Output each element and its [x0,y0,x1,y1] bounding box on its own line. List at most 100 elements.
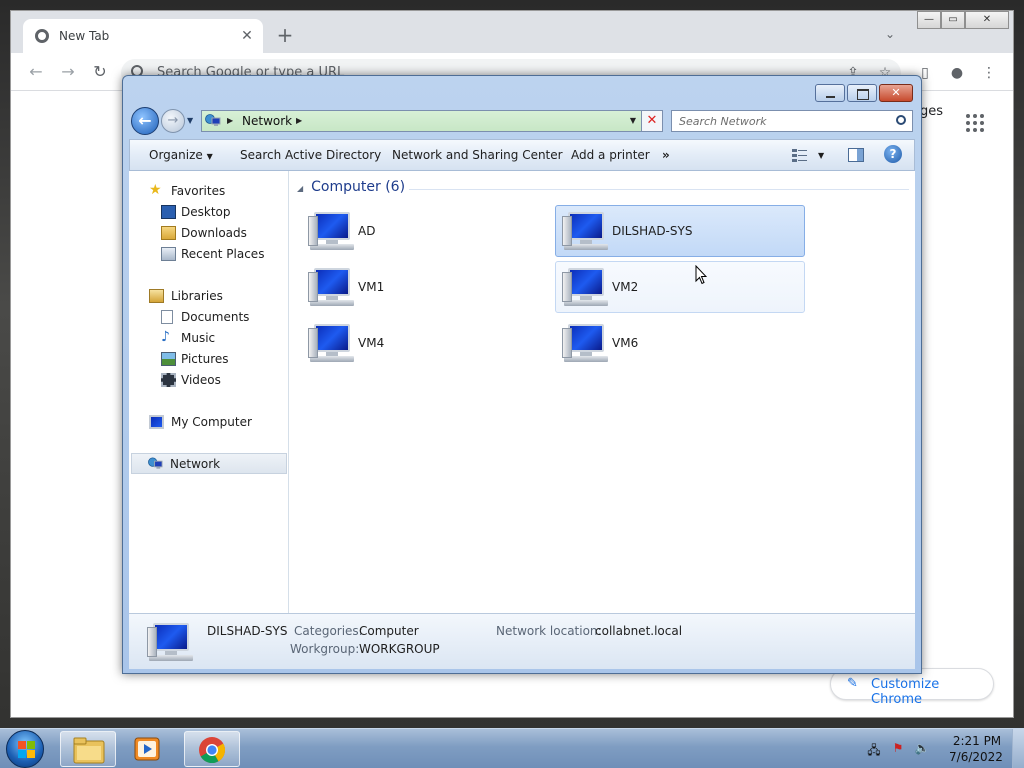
nav-libraries[interactable]: Libraries [129,286,289,307]
nav-music[interactable]: ♪ Music [129,328,289,349]
more-commands-button[interactable]: » [662,148,670,162]
computer-icon [149,415,164,429]
add-printer-button[interactable]: Add a printer [571,148,650,162]
address-bar[interactable]: ▶ Network ▶ ▼ [201,110,663,132]
stop-icon[interactable]: ✕ [641,110,663,132]
windows-logo-icon [18,741,26,749]
nav-label: Downloads [181,226,247,240]
network-icon [205,114,221,126]
folder-icon [73,737,105,764]
nav-label: Network [170,457,221,471]
help-icon[interactable]: ? [884,145,902,163]
breadcrumb-separator-icon[interactable]: ▶ [296,116,302,125]
nav-downloads[interactable]: Downloads [129,223,289,244]
explorer-window: ✕ ← → ▼ ▶ Network ▶ ▼ ✕ Search Network O… [122,75,922,674]
tab-close-icon[interactable]: ✕ [237,26,257,46]
chrome-back-icon[interactable]: ← [25,61,47,83]
recent-pages-dropdown-icon[interactable]: ▼ [187,116,193,125]
explorer-close-button[interactable]: ✕ [879,84,913,102]
nav-label: My Computer [171,415,252,429]
videos-icon [161,373,176,387]
chrome-images-link[interactable]: ges [920,104,943,119]
network-sharing-center-button[interactable]: Network and Sharing Center [392,148,563,162]
computer-name: AD [358,224,376,238]
apps-grid-icon[interactable] [966,114,984,132]
computer-icon [562,210,608,252]
chrome-menu-icon[interactable]: ⋮ [979,63,999,83]
nav-pictures[interactable]: Pictures [129,349,289,370]
nav-desktop[interactable]: Desktop [129,202,289,223]
nav-label: Pictures [181,352,229,366]
tab-new-tab[interactable]: New Tab ✕ [23,19,263,53]
details-categories-value: Computer [359,624,419,638]
nav-documents[interactable]: Documents [129,307,289,328]
search-input[interactable]: Search Network [671,110,913,132]
navigation-pane: ★ Favorites Desktop Downloads Recent Pla… [129,171,289,613]
chrome-forward-icon[interactable]: → [57,61,79,83]
clock-date[interactable]: 7/6/2022 [948,750,1004,764]
computer-icon [147,621,193,663]
network-icon [148,457,163,469]
search-icon[interactable] [896,115,906,125]
computer-icon [562,322,608,364]
forward-button[interactable]: → [161,109,185,133]
back-button[interactable]: ← [131,107,159,135]
network-tray-icon[interactable]: 🖧 [866,741,882,757]
taskbar-chrome[interactable] [184,731,240,767]
explorer-minimize-button[interactable] [815,84,845,102]
chrome-maximize-button[interactable]: ▭ [941,11,965,29]
computer-name: VM6 [612,336,639,350]
search-placeholder: Search Network [679,115,767,128]
taskbar-explorer[interactable] [60,731,116,767]
computer-tile-vm6[interactable]: VM6 [555,317,805,369]
chrome-minimize-button[interactable]: — [917,11,941,29]
explorer-maximize-button[interactable] [847,84,877,102]
computer-tile-dilshad-sys[interactable]: DILSHAD-SYS [555,205,805,257]
clock-time[interactable]: 2:21 PM [952,734,1002,748]
search-active-directory-button[interactable]: Search Active Directory [240,148,381,162]
nav-recent-places[interactable]: Recent Places [129,244,289,265]
view-dropdown-icon[interactable]: ▼ [818,151,824,160]
nav-videos[interactable]: Videos [129,370,289,391]
nav-my-computer[interactable]: My Computer [129,412,289,433]
action-center-icon[interactable]: ⚑ [890,741,906,757]
computer-name: DILSHAD-SYS [612,224,693,238]
libraries-icon [149,289,164,303]
new-tab-button[interactable]: + [273,25,297,49]
tab-title: New Tab [59,29,110,43]
volume-icon[interactable]: 🔈 [914,741,930,757]
nav-favorites[interactable]: ★ Favorites [129,181,289,202]
media-player-icon [134,737,160,761]
details-workgroup-label: Workgroup: [290,642,360,656]
group-header-computer[interactable]: ◢ Computer (6) [297,179,405,195]
organize-button[interactable]: Organize ▼ [149,148,213,162]
windows-logo-icon [27,750,35,758]
taskbar-media-player[interactable] [120,731,176,767]
computer-tile-ad[interactable]: AD [301,205,551,257]
chrome-close-button[interactable]: ✕ [965,11,1009,29]
collapse-group-icon[interactable]: ◢ [297,184,303,193]
nav-label: Favorites [171,184,226,198]
nav-label: Videos [181,373,221,387]
breadcrumb-network[interactable]: Network [242,114,292,128]
address-history-dropdown-icon[interactable]: ▼ [630,116,636,125]
show-desktop-button[interactable] [1012,729,1024,768]
windows-logo-icon [27,741,35,749]
pencil-icon: ✎ [847,676,858,691]
downloads-folder-icon [161,226,176,240]
reload-icon[interactable]: ↻ [89,61,111,83]
breadcrumb-separator-icon[interactable]: ▶ [227,116,233,125]
change-view-icon[interactable] [792,148,808,162]
start-button[interactable] [6,730,44,768]
profile-avatar-icon[interactable]: ● [947,63,967,83]
preview-pane-icon[interactable] [848,148,864,162]
chrome-favicon-icon [35,29,49,43]
documents-icon [161,310,173,324]
nav-network[interactable]: Network [131,453,287,474]
computer-tile-vm1[interactable]: VM1 [301,261,551,313]
chrome-icon [199,737,226,764]
computer-tile-vm4[interactable]: VM4 [301,317,551,369]
recent-places-icon [161,247,176,261]
tab-search-icon[interactable]: ⌄ [885,27,895,41]
computer-tile-vm2[interactable]: VM2 [555,261,805,313]
